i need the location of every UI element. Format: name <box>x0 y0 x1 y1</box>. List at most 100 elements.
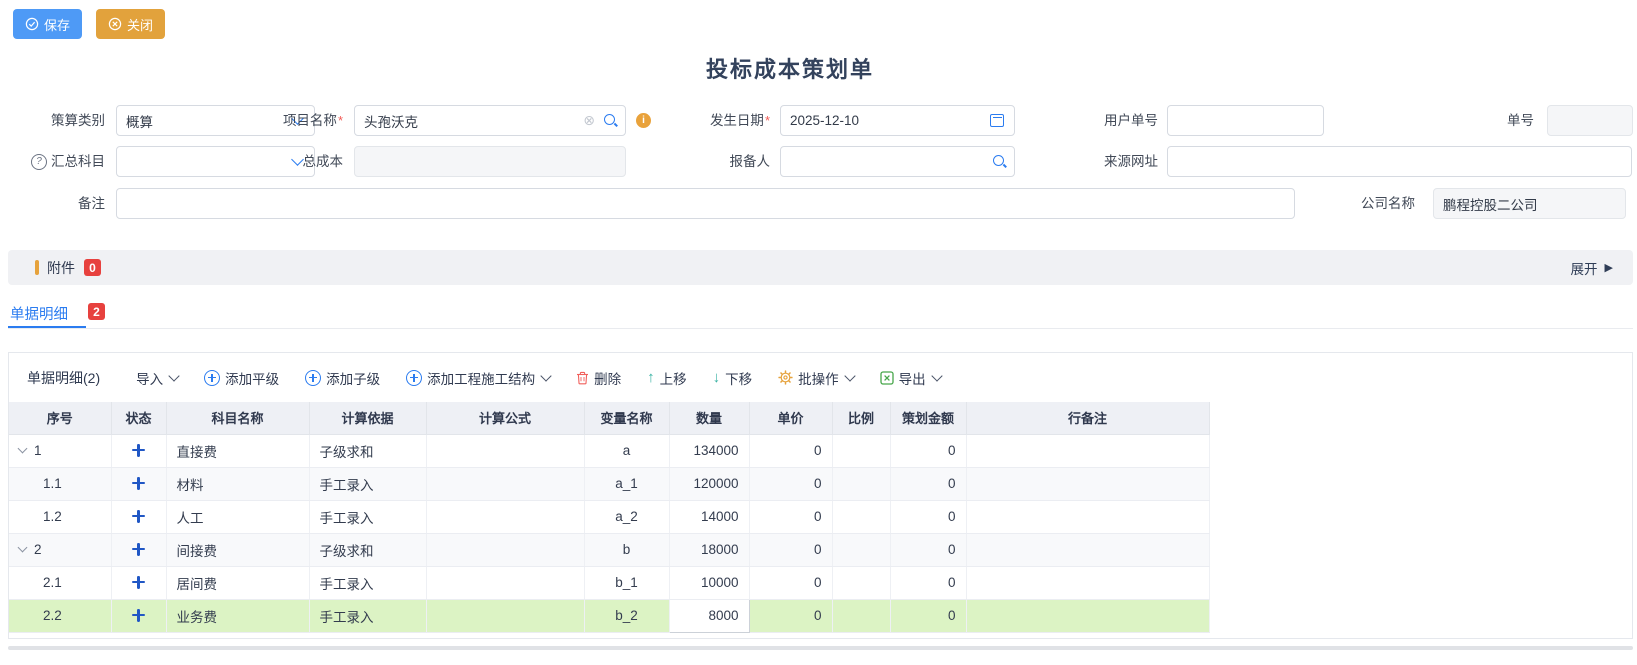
user-no-input[interactable] <box>1167 105 1324 136</box>
cell-qty[interactable]: 8000 <box>669 599 749 632</box>
add-sibling-button[interactable]: 添加平级 <box>204 368 279 388</box>
cell-status[interactable] <box>111 566 166 599</box>
cell-formula[interactable] <box>426 500 584 533</box>
question-icon[interactable]: ? <box>31 154 47 170</box>
calendar-icon[interactable] <box>990 114 1004 127</box>
cell-price[interactable]: 0 <box>749 467 832 500</box>
cell-subject[interactable]: 业务费 <box>166 599 309 632</box>
cell-amount[interactable]: 0 <box>890 566 966 599</box>
cell-price[interactable]: 0 <box>749 566 832 599</box>
cell-row_remark[interactable] <box>966 566 1209 599</box>
save-button[interactable]: 保存 <box>13 9 82 39</box>
cell-status[interactable] <box>111 533 166 566</box>
cell-subject[interactable]: 人工 <box>166 500 309 533</box>
cell-var_name[interactable]: a_1 <box>584 467 669 500</box>
info-icon[interactable]: i <box>636 113 651 128</box>
table-row[interactable]: 2.2业务费手工录入b_2800000 <box>9 599 1209 632</box>
source-url-input[interactable] <box>1167 146 1632 177</box>
source-url-field[interactable] <box>1167 146 1632 177</box>
search-icon[interactable] <box>603 113 617 127</box>
cell-status[interactable] <box>111 599 166 632</box>
cell-qty[interactable]: 134000 <box>669 434 749 467</box>
attachment-bar[interactable]: 附件 0 展开 ▶ <box>8 250 1633 285</box>
project-name-field[interactable]: ⊗ <box>354 105 626 136</box>
cell-basis[interactable]: 子级求和 <box>309 434 426 467</box>
import-button[interactable]: 导入 <box>136 368 178 388</box>
occur-date-input[interactable] <box>780 105 1015 136</box>
add-child-button[interactable]: 添加子级 <box>305 368 380 388</box>
cell-formula[interactable] <box>426 467 584 500</box>
cell-qty[interactable]: 10000 <box>669 566 749 599</box>
cell-status[interactable] <box>111 500 166 533</box>
cell-row_remark[interactable] <box>966 599 1209 632</box>
cell-price[interactable]: 0 <box>749 434 832 467</box>
cell-var_name[interactable]: b <box>584 533 669 566</box>
cell-amount[interactable]: 0 <box>890 434 966 467</box>
cell-basis[interactable]: 手工录入 <box>309 566 426 599</box>
cell-amount[interactable]: 0 <box>890 599 966 632</box>
cell-qty[interactable]: 14000 <box>669 500 749 533</box>
cell-ratio[interactable] <box>832 599 890 632</box>
cell-qty[interactable]: 120000 <box>669 467 749 500</box>
move-up-button[interactable]: ↑ 上移 <box>647 368 687 388</box>
cell-amount[interactable]: 0 <box>890 500 966 533</box>
reporter-input[interactable] <box>780 146 1015 177</box>
cell-basis[interactable]: 手工录入 <box>309 467 426 500</box>
cell-subject[interactable]: 材料 <box>166 467 309 500</box>
batch-operations-button[interactable]: 批操作 <box>778 368 854 388</box>
cell-amount[interactable]: 0 <box>890 533 966 566</box>
table-row[interactable]: 1.2人工手工录入a_21400000 <box>9 500 1209 533</box>
cell-subject[interactable]: 直接费 <box>166 434 309 467</box>
table-row[interactable]: 1直接费子级求和a13400000 <box>9 434 1209 467</box>
cell-subject[interactable]: 居间费 <box>166 566 309 599</box>
cell-basis[interactable]: 子级求和 <box>309 533 426 566</box>
cell-seq[interactable]: 2.1 <box>9 566 111 599</box>
expand-toggle[interactable]: 展开 ▶ <box>1571 258 1613 278</box>
cell-row_remark[interactable] <box>966 500 1209 533</box>
cell-basis[interactable]: 手工录入 <box>309 599 426 632</box>
cell-var_name[interactable]: a <box>584 434 669 467</box>
clear-icon[interactable]: ⊗ <box>583 112 595 129</box>
cell-price[interactable]: 0 <box>749 599 832 632</box>
cell-qty[interactable]: 18000 <box>669 533 749 566</box>
remark-input[interactable] <box>116 188 1295 219</box>
cell-subject[interactable]: 间接费 <box>166 533 309 566</box>
cell-status[interactable] <box>111 467 166 500</box>
search-icon[interactable] <box>992 154 1006 168</box>
add-row-plus-icon[interactable] <box>132 543 145 556</box>
table-row[interactable]: 2.1居间费手工录入b_11000000 <box>9 566 1209 599</box>
reporter-field[interactable] <box>780 146 1015 177</box>
cell-ratio[interactable] <box>832 500 890 533</box>
cell-formula[interactable] <box>426 533 584 566</box>
cell-seq[interactable]: 2.2 <box>9 599 111 632</box>
cell-seq[interactable]: 1.1 <box>9 467 111 500</box>
cell-var_name[interactable]: b_2 <box>584 599 669 632</box>
add-row-plus-icon[interactable] <box>132 477 145 490</box>
cell-seq[interactable]: 2 <box>9 533 111 566</box>
cell-seq[interactable]: 1.2 <box>9 500 111 533</box>
cell-ratio[interactable] <box>832 434 890 467</box>
remark-field[interactable] <box>116 188 1295 219</box>
cell-amount[interactable]: 0 <box>890 467 966 500</box>
cell-status[interactable] <box>111 434 166 467</box>
table-row[interactable]: 1.1材料手工录入a_112000000 <box>9 467 1209 500</box>
close-button[interactable]: 关闭 <box>96 9 165 39</box>
export-button[interactable]: 导出 <box>880 368 941 388</box>
cell-formula[interactable] <box>426 434 584 467</box>
cell-var_name[interactable]: a_2 <box>584 500 669 533</box>
cell-ratio[interactable] <box>832 533 890 566</box>
table-row[interactable]: 2间接费子级求和b1800000 <box>9 533 1209 566</box>
add-row-plus-icon[interactable] <box>132 609 145 622</box>
cell-seq[interactable]: 1 <box>9 434 111 467</box>
add-row-plus-icon[interactable] <box>132 510 145 523</box>
add-row-plus-icon[interactable] <box>132 444 145 457</box>
collapse-icon[interactable] <box>18 444 28 454</box>
cell-formula[interactable] <box>426 566 584 599</box>
cell-row_remark[interactable] <box>966 533 1209 566</box>
cell-price[interactable]: 0 <box>749 533 832 566</box>
move-down-button[interactable]: ↓ 下移 <box>713 368 753 388</box>
cell-price[interactable]: 0 <box>749 500 832 533</box>
occur-date-field[interactable] <box>780 105 1015 136</box>
cell-var_name[interactable]: b_1 <box>584 566 669 599</box>
cell-ratio[interactable] <box>832 566 890 599</box>
